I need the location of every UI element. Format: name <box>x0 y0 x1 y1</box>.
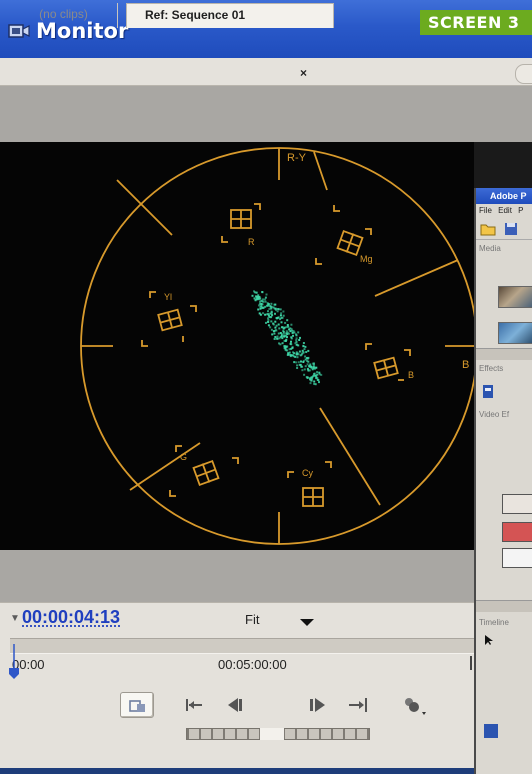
tab-ref-sequence[interactable]: Ref: Sequence 01 <box>126 3 334 28</box>
time-ruler[interactable] <box>10 638 474 654</box>
panel-menu-button[interactable] <box>515 64 532 84</box>
step-forward-to-out-icon[interactable] <box>344 692 374 718</box>
target-label-mg: Mg <box>360 254 373 264</box>
effect-item[interactable] <box>502 522 532 542</box>
secondary-window-title: Adobe P <box>476 188 532 204</box>
effects-panel-label[interactable]: Effects <box>479 364 503 373</box>
menu-file[interactable]: File <box>479 206 492 215</box>
media-panel-label[interactable]: Media <box>479 244 501 253</box>
vectorscope-graticule <box>81 148 477 544</box>
save-icon[interactable] <box>504 222 518 236</box>
panel-separator <box>476 348 532 360</box>
window-bottom-edge <box>0 768 474 774</box>
tab-bar <box>0 58 532 86</box>
playhead-icon[interactable] <box>9 644 19 680</box>
selection-tool-icon[interactable] <box>484 634 494 646</box>
tab-close-icon[interactable]: × <box>300 66 307 80</box>
monitor-top-band <box>0 86 532 142</box>
target-label-b: B <box>408 370 414 380</box>
zoom-level-label[interactable]: Fit <box>245 612 259 627</box>
video-effects-label[interactable]: Video Ef <box>479 410 509 419</box>
menu-p[interactable]: P <box>518 206 523 215</box>
vectorscope: R-Y B R Mg B Cy G Yl <box>0 142 532 550</box>
output-icon[interactable] <box>398 692 428 718</box>
timeline-track[interactable] <box>484 724 498 738</box>
ruler-end-tick <box>470 656 472 670</box>
jog-shuttle-center[interactable] <box>260 728 284 740</box>
panel-separator <box>476 600 532 612</box>
effect-item[interactable] <box>502 494 532 514</box>
axis-label-b: B <box>462 359 469 371</box>
tab-no-clips[interactable]: (no clips) <box>10 3 118 28</box>
folder-icon[interactable] <box>480 221 496 237</box>
current-timecode[interactable]: 00:00:04:13 <box>22 607 120 628</box>
monitor-bottom-band <box>0 550 474 602</box>
safe-margins-icon <box>121 693 155 719</box>
timeline-panel-label[interactable]: Timeline <box>479 618 509 627</box>
media-thumbnail[interactable] <box>498 322 532 344</box>
media-thumbnail[interactable] <box>498 286 532 308</box>
target-label-g: G <box>180 452 187 462</box>
video-effects-icon[interactable] <box>482 384 496 400</box>
screen-badge: SCREEN 3 <box>420 10 532 35</box>
step-back-to-in-icon[interactable] <box>180 692 210 718</box>
secondary-toolbar <box>476 218 532 240</box>
step-back-icon[interactable] <box>218 692 248 718</box>
target-label-yl: Yl <box>164 292 172 302</box>
effect-item[interactable] <box>502 548 532 568</box>
vectorscope-trace <box>252 290 323 385</box>
zoom-dropdown-icon[interactable] <box>294 614 320 630</box>
secondary-menu-bar: File Edit P <box>476 204 532 218</box>
timecode-toggle-icon[interactable]: ▼ <box>10 613 20 624</box>
target-label-r: R <box>248 237 255 247</box>
ruler-mid-label: 00:05:00:00 <box>218 657 287 672</box>
menu-edit[interactable]: Edit <box>498 206 512 215</box>
secondary-app-window[interactable]: Adobe P File Edit P Media Effects Video … <box>474 188 532 774</box>
target-label-cy: Cy <box>302 468 313 478</box>
safe-margins-button[interactable] <box>120 692 154 718</box>
step-forward-icon[interactable] <box>306 692 336 718</box>
axis-label-ry: R-Y <box>287 152 307 164</box>
